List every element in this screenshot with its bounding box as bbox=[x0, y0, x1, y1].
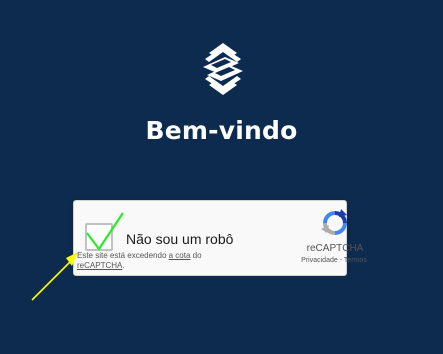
recaptcha-logo-icon bbox=[321, 209, 347, 235]
recaptcha-suffix: . bbox=[122, 261, 125, 270]
recaptcha-links: Privacidade - Termos bbox=[284, 257, 384, 264]
page-title: Bem-vindo bbox=[145, 116, 298, 145]
quota-warning: Este site está excedendo a cota do reCAP… bbox=[77, 251, 247, 271]
links-separator: - bbox=[339, 257, 343, 264]
not-a-robot-checkbox[interactable] bbox=[85, 223, 113, 251]
banco-do-brasil-logo-icon bbox=[203, 43, 243, 95]
privacy-link[interactable]: Privacidade bbox=[301, 257, 338, 264]
recaptcha-widget: Não sou um robô Este site está excedendo… bbox=[73, 200, 367, 276]
recaptcha-brand: reCAPTCHA bbox=[306, 243, 364, 254]
quota-suffix: do bbox=[192, 251, 202, 260]
terms-link[interactable]: Termos bbox=[344, 257, 367, 264]
checkbox-label: Não sou um robô bbox=[126, 231, 234, 247]
recaptcha-link[interactable]: reCAPTCHA bbox=[77, 261, 122, 270]
quota-text: Este site está excedendo bbox=[77, 251, 167, 260]
quota-link[interactable]: a cota bbox=[169, 251, 191, 260]
